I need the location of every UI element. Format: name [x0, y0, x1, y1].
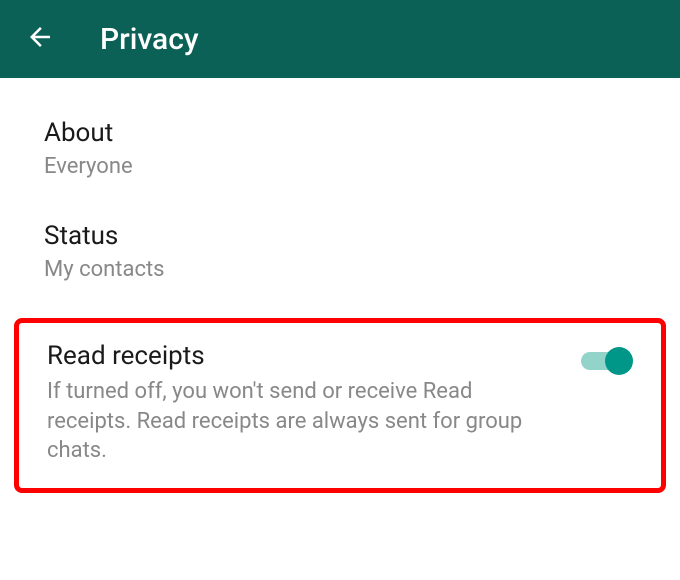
read-receipts-text: Read receipts If turned off, you won't s… — [47, 341, 581, 466]
setting-title: Read receipts — [47, 341, 561, 371]
setting-about[interactable]: About Everyone — [0, 102, 680, 205]
page-title: Privacy — [100, 22, 199, 57]
setting-description: If turned off, you won't send or receive… — [47, 377, 561, 466]
setting-read-receipts[interactable]: Read receipts If turned off, you won't s… — [14, 318, 666, 493]
setting-title: Status — [44, 221, 636, 251]
toggle-container — [581, 347, 633, 375]
app-header: Privacy — [0, 0, 680, 78]
read-receipts-toggle[interactable] — [581, 347, 633, 375]
toggle-thumb — [605, 347, 633, 375]
arrow-left-icon — [25, 22, 55, 56]
setting-value: My contacts — [44, 257, 636, 282]
setting-title: About — [44, 118, 636, 148]
setting-status[interactable]: Status My contacts — [0, 205, 680, 308]
back-button[interactable] — [20, 19, 60, 59]
settings-list: About Everyone Status My contacts Read r… — [0, 78, 680, 493]
setting-value: Everyone — [44, 154, 636, 179]
